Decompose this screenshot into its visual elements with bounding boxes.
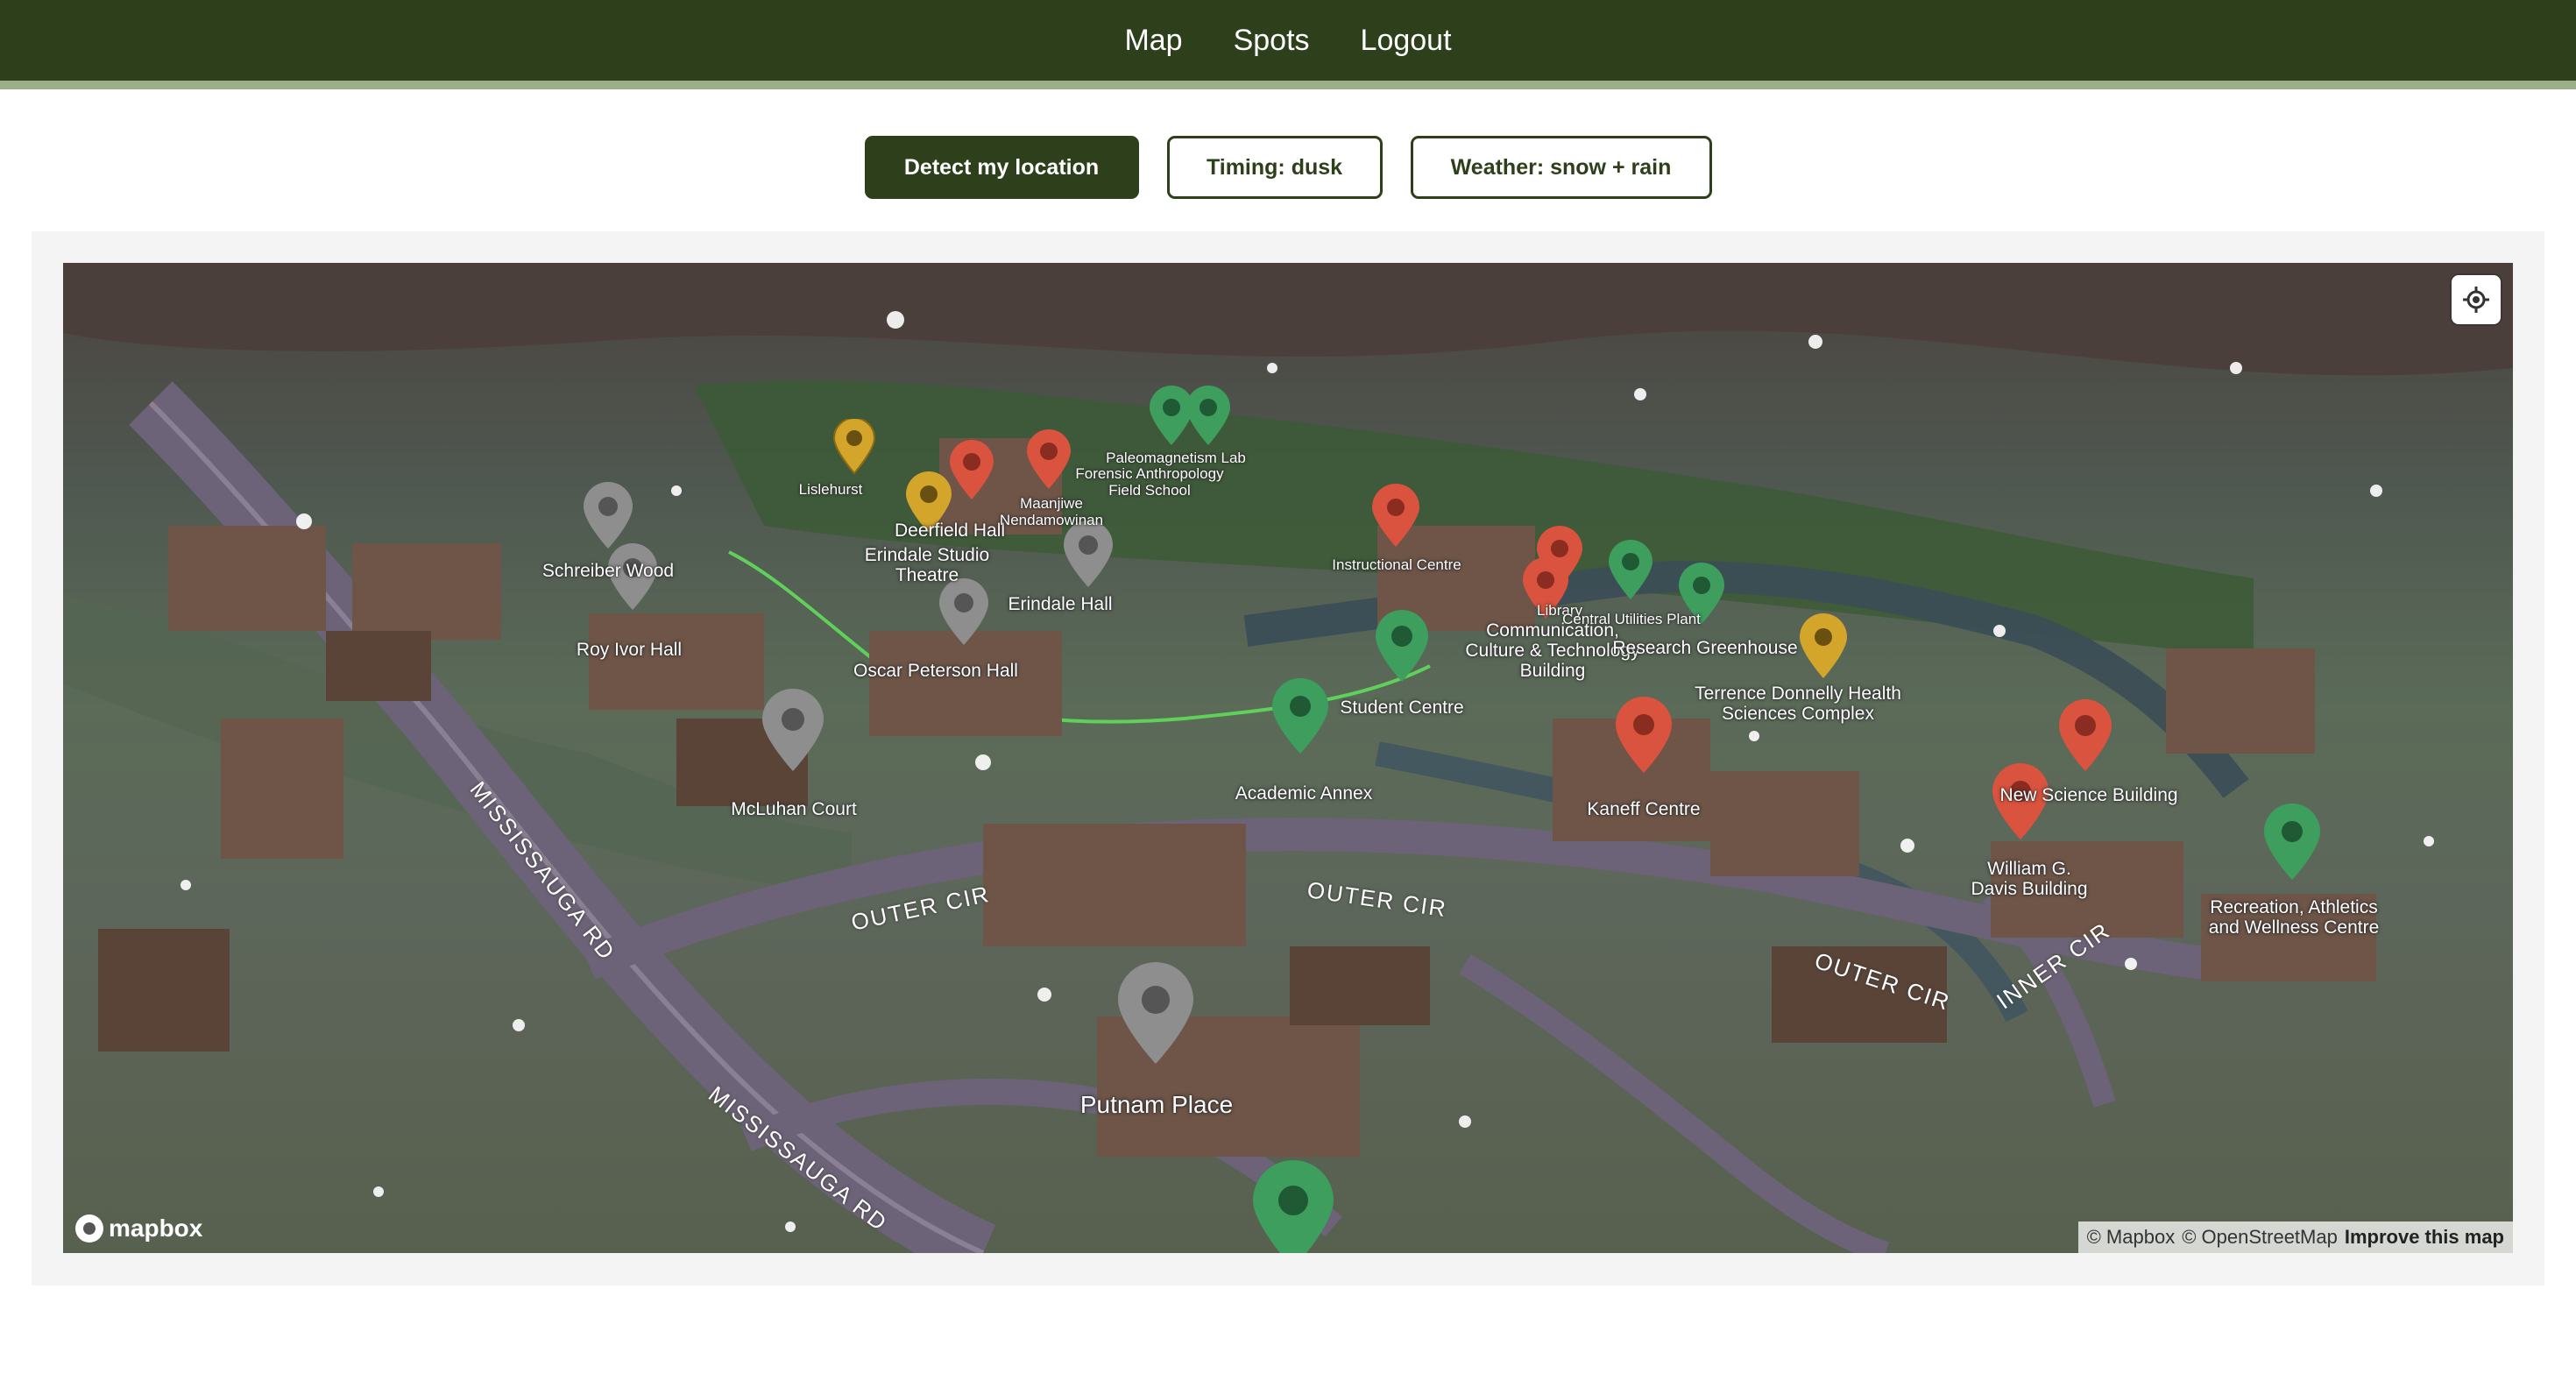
map-pin-gray[interactable] bbox=[1062, 520, 1115, 593]
place-label: Erindale Hall bbox=[1008, 594, 1113, 614]
place-label: Roy Ivor Hall bbox=[576, 640, 683, 660]
map-pin-gray[interactable] bbox=[1116, 962, 1195, 1070]
mapbox-logo-text: mapbox bbox=[109, 1214, 203, 1242]
map-pin-red[interactable] bbox=[948, 439, 995, 506]
place-label: William G. Davis Building bbox=[1971, 859, 2088, 900]
map-pin-gold[interactable] bbox=[832, 417, 876, 479]
nav-link-spots[interactable]: Spots bbox=[1234, 24, 1310, 58]
campus-map[interactable]: MISSISSAUGA RD MISSISSAUGA RD OUTER CIR … bbox=[63, 263, 2513, 1253]
place-label: Student Centre bbox=[1340, 698, 1464, 718]
map-pin-green[interactable] bbox=[1270, 678, 1330, 760]
map-pin-gray[interactable] bbox=[761, 689, 825, 777]
place-label: Lislehurst bbox=[798, 481, 863, 498]
top-navigation-bar: Map Spots Logout bbox=[0, 0, 2576, 89]
detect-location-button[interactable]: Detect my location bbox=[864, 136, 1139, 199]
map-pin-green[interactable] bbox=[1607, 539, 1654, 605]
map-pin-green[interactable] bbox=[1251, 1160, 1335, 1253]
place-label: Research Greenhouse bbox=[1612, 638, 1798, 658]
place-label: New Science Building bbox=[1999, 785, 2178, 805]
attribution-mapbox-link[interactable]: © Mapbox bbox=[2087, 1226, 2176, 1249]
place-label: Erindale Studio Theatre bbox=[864, 545, 990, 586]
map-pin-red[interactable] bbox=[1025, 428, 1072, 495]
nav-link-logout[interactable]: Logout bbox=[1361, 24, 1452, 58]
place-label: Schreiber Wood bbox=[541, 561, 675, 581]
timing-button[interactable]: Timing: dusk bbox=[1166, 136, 1383, 199]
place-label: Instructional Centre bbox=[1332, 556, 1461, 573]
map-pin-red[interactable] bbox=[1370, 484, 1421, 553]
weather-button[interactable]: Weather: snow + rain bbox=[1410, 136, 1712, 199]
place-label: Putnam Place bbox=[1079, 1091, 1234, 1118]
mapbox-logo-icon bbox=[75, 1214, 103, 1243]
map-pin-gold[interactable] bbox=[1798, 613, 1849, 684]
map-pin-gray[interactable] bbox=[938, 578, 990, 651]
map-controls: Detect my location Timing: dusk Weather:… bbox=[0, 136, 2576, 199]
map-pin-green[interactable] bbox=[2262, 803, 2322, 886]
map-pin-green[interactable] bbox=[1185, 385, 1232, 451]
map-pin-green[interactable] bbox=[1374, 610, 1430, 688]
place-label: Paleomagnetism Lab bbox=[1106, 450, 1246, 466]
place-label: Oscar Peterson Hall bbox=[853, 661, 1018, 681]
improve-map-link[interactable]: Improve this map bbox=[2345, 1226, 2504, 1249]
attribution-osm-link[interactable]: © OpenStreetMap bbox=[2182, 1226, 2338, 1249]
geolocate-button[interactable] bbox=[2452, 275, 2501, 324]
place-label: Deerfield Hall bbox=[894, 520, 1006, 541]
map-pin-red[interactable] bbox=[1614, 696, 1674, 779]
map-pin-red[interactable] bbox=[2057, 699, 2113, 777]
nav-link-map[interactable]: Map bbox=[1124, 24, 1182, 58]
map-attribution: © Mapbox © OpenStreetMap Improve this ma… bbox=[2077, 1222, 2513, 1253]
place-label: Kaneff Centre bbox=[1587, 799, 1701, 819]
place-label: Recreation, Athletics and Wellness Centr… bbox=[2208, 897, 2380, 938]
mapbox-logo[interactable]: mapbox bbox=[75, 1214, 202, 1243]
place-label: Terrence Donnelly Health Sciences Comple… bbox=[1695, 683, 1901, 725]
place-label: McLuhan Court bbox=[731, 799, 857, 819]
place-label: Academic Annex bbox=[1235, 783, 1373, 804]
place-label: Forensic Anthropology Field School bbox=[1075, 465, 1224, 499]
main-nav: Map Spots Logout bbox=[0, 0, 2576, 81]
crosshair-icon bbox=[2463, 287, 2489, 313]
place-label: Maanjiwe Nendamowinan bbox=[999, 495, 1104, 528]
